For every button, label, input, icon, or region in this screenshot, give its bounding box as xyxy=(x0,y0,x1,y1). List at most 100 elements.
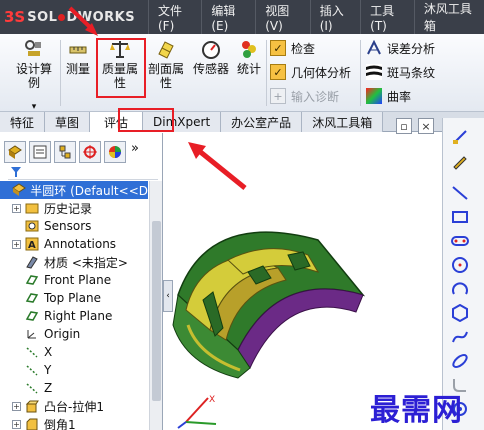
measure-button[interactable]: 测量 xyxy=(62,38,94,76)
tree-item-label: X xyxy=(44,345,53,359)
feature-tree-tab[interactable] xyxy=(4,141,26,163)
expand-toggle[interactable]: + xyxy=(12,239,21,249)
origin-icon xyxy=(24,326,40,342)
sensor-gauge-icon xyxy=(202,41,220,59)
line-tool-icon[interactable] xyxy=(451,184,469,202)
tree-item-history[interactable]: + 历史记录 xyxy=(0,199,148,217)
import-diagnostics-label: 输入诊断 xyxy=(291,89,340,104)
curvature-button[interactable]: 曲率 xyxy=(366,86,411,106)
tree-item-sensors[interactable]: Sensors xyxy=(0,217,148,235)
plane-icon xyxy=(24,308,40,324)
rectangle-tool-icon[interactable] xyxy=(451,208,469,226)
import-diagnostics-button[interactable]: + 输入诊断 xyxy=(270,86,339,106)
sketch-icon[interactable] xyxy=(451,152,469,170)
design-study-icon xyxy=(25,40,41,56)
sensors-button[interactable]: 传感器 xyxy=(190,38,232,76)
measure-icon xyxy=(69,46,87,54)
scrollbar-thumb[interactable] xyxy=(152,221,161,401)
design-study-button[interactable]: 设计算例 ▾ xyxy=(12,38,56,114)
statistics-button[interactable]: 统计 xyxy=(234,38,264,76)
spline-tool-icon[interactable] xyxy=(451,328,469,346)
deviation-analysis-button[interactable]: 误差分析 xyxy=(366,38,435,58)
tree-filter[interactable] xyxy=(8,166,158,180)
section-properties-label-line2: 性 xyxy=(159,76,172,90)
tree-item-front-plane[interactable]: Front Plane xyxy=(0,271,148,289)
axis-icon xyxy=(24,362,40,378)
section-properties-button[interactable]: 剖面属 性 xyxy=(144,38,188,90)
tree-item-annotations[interactable]: + A Annotations xyxy=(0,235,148,253)
tree-item-right-plane[interactable]: Right Plane xyxy=(0,307,148,325)
plus-box-icon: + xyxy=(270,88,286,104)
sketch-toolbar xyxy=(442,118,484,430)
more-tabs-icon[interactable]: » xyxy=(131,141,139,163)
statistics-label: 统计 xyxy=(236,62,261,76)
menu-file[interactable]: 文件(F) xyxy=(148,0,201,34)
menu-tools[interactable]: 工具(T) xyxy=(360,0,414,34)
material-icon xyxy=(24,254,40,270)
slot-tool-icon[interactable] xyxy=(451,232,469,250)
half-ring-3d-model[interactable] xyxy=(168,200,368,400)
tree-item-z-axis[interactable]: Z xyxy=(0,379,148,397)
smart-dimension-icon[interactable] xyxy=(451,128,469,146)
zebra-stripes-button[interactable]: 斑马条纹 xyxy=(366,62,435,82)
check-button[interactable]: ✓ 检查 xyxy=(270,38,315,58)
plane-icon xyxy=(24,272,40,288)
crosshair-icon xyxy=(83,145,97,159)
polygon-tool-icon[interactable] xyxy=(451,304,469,322)
tree-item-top-plane[interactable]: Top Plane xyxy=(0,289,148,307)
checkmark-icon: ✓ xyxy=(270,40,286,56)
tree-item-x-axis[interactable]: X xyxy=(0,343,148,361)
tree-item-label: Right Plane xyxy=(44,309,113,323)
tree-item-boss-extrude1[interactable]: + 凸台-拉伸1 xyxy=(0,397,148,415)
chamfer-feature-icon xyxy=(24,416,40,430)
solidworks-logo[interactable]: 3S SOL DWORKS xyxy=(4,6,135,28)
sensors-folder-icon xyxy=(24,218,40,234)
tree-item-material[interactable]: 材质 <未指定> xyxy=(0,253,148,271)
tree-item-chamfer1[interactable]: + 倒角1 xyxy=(0,415,148,430)
arc-tool-icon[interactable] xyxy=(451,280,469,298)
menu-insert[interactable]: 插入(I) xyxy=(309,0,360,34)
close-window-icon[interactable]: × xyxy=(418,118,434,134)
geometry-analysis-button[interactable]: ✓ 几何体分析 xyxy=(270,62,351,82)
menu-view[interactable]: 视图(V) xyxy=(255,0,309,34)
circle-tool-icon[interactable] xyxy=(451,256,469,274)
filter-icon xyxy=(11,167,21,177)
tree-item-label: Sensors xyxy=(44,219,92,233)
tree-item-root-part[interactable]: 半圆环 (Default<<D xyxy=(0,181,148,199)
restore-window-icon[interactable]: ▫ xyxy=(396,118,412,134)
arrow-to-evaluate-tab xyxy=(196,148,247,190)
tab-features[interactable]: 特征 xyxy=(0,112,46,132)
ribbon-separator xyxy=(266,40,267,106)
svg-text:X: X xyxy=(209,395,215,405)
part-icon xyxy=(12,182,27,198)
deviation-analysis-label: 误差分析 xyxy=(387,41,436,56)
logo-text-a: SOL xyxy=(27,9,58,25)
tree-item-label: Front Plane xyxy=(44,273,112,287)
display-manager-tab[interactable] xyxy=(104,141,126,163)
feature-tree-icon xyxy=(8,145,22,159)
menu-bar: 文件(F) 编辑(E) 视图(V) 插入(I) 工具(T) 沐风工具箱 xyxy=(148,0,484,34)
tree-scrollbar[interactable] xyxy=(149,181,162,430)
expand-toggle[interactable]: + xyxy=(12,419,21,429)
expand-toggle[interactable]: + xyxy=(12,203,21,213)
tab-mufeng-toolbox[interactable]: 沐风工具箱 xyxy=(302,112,384,132)
tree-item-y-axis[interactable]: Y xyxy=(0,361,148,379)
menu-edit[interactable]: 编辑(E) xyxy=(201,0,255,34)
dimxpert-manager-tab[interactable] xyxy=(79,141,101,163)
configuration-manager-tab[interactable] xyxy=(54,141,76,163)
tree-item-origin[interactable]: Origin xyxy=(0,325,148,343)
configuration-icon xyxy=(59,145,71,159)
menu-mufeng-toolbox[interactable]: 沐风工具箱 xyxy=(413,0,484,34)
ribbon-separator xyxy=(60,40,61,106)
zebra-stripes-label: 斑马条纹 xyxy=(387,65,436,80)
tab-sketch[interactable]: 草图 xyxy=(45,112,91,132)
expand-toggle[interactable]: + xyxy=(12,401,21,411)
axis-icon xyxy=(24,380,40,396)
curvature-icon xyxy=(366,88,382,104)
property-manager-tab[interactable] xyxy=(29,141,51,163)
section-properties-label-line1: 剖面属 xyxy=(147,62,184,76)
coordinate-triad-icon: X xyxy=(177,395,217,429)
ellipse-tool-icon[interactable] xyxy=(451,352,469,370)
curvature-label: 曲率 xyxy=(387,89,412,104)
tab-office-products[interactable]: 办公室产品 xyxy=(221,112,303,132)
